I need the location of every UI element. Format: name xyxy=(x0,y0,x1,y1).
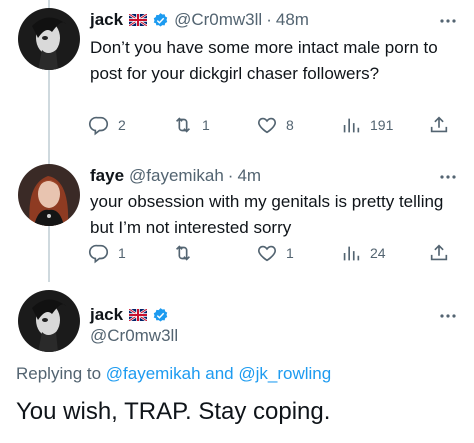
like-icon xyxy=(258,117,276,134)
like-icon xyxy=(258,245,276,262)
uk-flag-icon xyxy=(129,309,148,321)
tweet-text: Don’t you have some more intact male por… xyxy=(90,38,438,83)
tweet-header: faye @fayemikah · 4m xyxy=(90,165,261,187)
author-handle[interactable]: @fayemikah xyxy=(129,166,224,186)
thread-line xyxy=(48,62,50,166)
replying-to: Replying to @fayemikah and @jk_rowling xyxy=(16,364,331,384)
author-name[interactable]: faye xyxy=(90,166,124,186)
reply-button[interactable]: 1 xyxy=(88,241,126,265)
timestamp[interactable]: 48m xyxy=(276,10,309,30)
tweet-actions: 1 1 24 xyxy=(80,241,454,265)
like-count: 1 xyxy=(286,245,294,261)
retweet-button[interactable]: 1 xyxy=(172,113,210,137)
views-icon xyxy=(343,118,360,133)
more-icon[interactable] xyxy=(438,15,458,27)
jack-avatar[interactable] xyxy=(18,290,80,352)
main-tweet-header: jack xyxy=(90,304,169,326)
like-count: 8 xyxy=(286,117,294,133)
reply-icon xyxy=(89,244,109,264)
tweet-text: your obsession with my genitals is prett… xyxy=(90,192,444,237)
retweet-icon xyxy=(175,245,191,261)
share-button[interactable] xyxy=(428,113,450,137)
retweet-icon xyxy=(175,117,191,133)
main-tweet-text: You wish, TRAP. Stay coping. xyxy=(16,398,331,425)
separator-dot: · xyxy=(266,10,272,29)
retweet-button[interactable] xyxy=(172,241,202,265)
views-count: 24 xyxy=(370,245,386,261)
like-button[interactable]: 8 xyxy=(256,113,294,137)
reply-button[interactable]: 2 xyxy=(88,113,126,137)
reply-count: 1 xyxy=(118,245,126,261)
jack-avatar[interactable] xyxy=(18,8,80,70)
views-count: 191 xyxy=(370,117,394,133)
views-button[interactable]: 191 xyxy=(340,113,393,137)
faye-avatar[interactable] xyxy=(18,164,80,226)
share-button[interactable] xyxy=(428,241,450,265)
reply-icon xyxy=(89,116,109,136)
verified-badge-icon xyxy=(152,307,169,324)
separator-dot: · xyxy=(227,166,234,185)
more-icon[interactable] xyxy=(438,310,458,322)
author-name[interactable]: jack xyxy=(90,10,123,30)
tweet-actions: 2 1 8 191 xyxy=(80,113,454,137)
like-button[interactable]: 1 xyxy=(256,241,294,265)
mention-link[interactable]: @jk_rowling xyxy=(238,364,331,383)
replying-and: and xyxy=(200,364,239,383)
author-name[interactable]: jack xyxy=(90,305,123,325)
reply-count: 2 xyxy=(118,117,126,133)
more-icon[interactable] xyxy=(438,171,458,183)
views-button[interactable]: 24 xyxy=(340,241,386,265)
retweet-count: 1 xyxy=(202,117,210,133)
author-handle[interactable]: @Cr0mw3ll xyxy=(174,10,262,30)
author-handle[interactable]: @Cr0mw3ll xyxy=(90,326,178,346)
thread-line xyxy=(48,0,50,8)
uk-flag-icon xyxy=(129,14,148,26)
share-icon xyxy=(430,116,448,133)
views-icon xyxy=(343,246,360,261)
verified-badge-icon xyxy=(152,12,169,29)
share-icon xyxy=(430,244,448,261)
mention-link[interactable]: @fayemikah xyxy=(106,364,201,383)
timestamp[interactable]: 4m xyxy=(237,166,261,186)
tweet-header: jack @Cr0mw3ll · 48m xyxy=(90,9,309,31)
replying-prefix: Replying to xyxy=(16,364,106,383)
